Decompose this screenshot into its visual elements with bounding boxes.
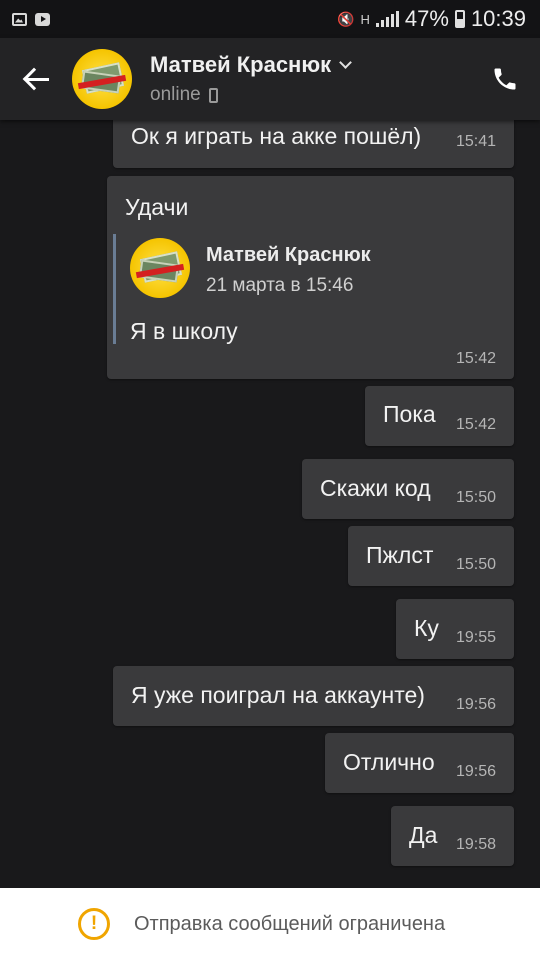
contact-name-row[interactable]: Матвей Краснюк	[150, 52, 470, 78]
message-text: Да	[409, 822, 438, 848]
mute-icon: 🔇	[337, 10, 355, 27]
call-button[interactable]	[470, 38, 540, 120]
contact-info[interactable]: Матвей Краснюк online	[150, 52, 470, 106]
messaging-restricted-banner: ! Отправка сообщений ограничена	[0, 888, 540, 960]
chevron-down-icon	[339, 56, 353, 69]
message-time: 15:50	[455, 489, 496, 506]
contact-avatar[interactable]	[72, 49, 132, 109]
message-text: Я уже поиграл на аккаунте)	[131, 682, 425, 708]
battery-percent: 47%	[404, 6, 449, 31]
phone-icon	[494, 68, 516, 90]
message-text: Пжлст	[366, 542, 434, 568]
reply-text: Я в школу	[130, 318, 238, 344]
message-text: Пока	[383, 401, 436, 427]
notification-icons	[12, 12, 50, 26]
youtube-notification-icon	[35, 12, 50, 26]
message-bubble[interactable]: Ок я играть на акке пошёл) 15:41	[113, 120, 514, 168]
network-type: H	[360, 11, 370, 27]
message-bubble[interactable]: Отлично 19:56	[325, 733, 514, 793]
message-list[interactable]: Ок я играть на акке пошёл) 15:41 Удачи М…	[0, 120, 540, 888]
clock: 10:39	[470, 6, 526, 31]
quoted-reply[interactable]: Матвей Краснюк 21 марта в 15:46 Я в школ…	[113, 234, 493, 344]
signal-icon	[375, 11, 399, 27]
message-text: Скажи код	[320, 475, 431, 501]
contact-status-row: online	[150, 84, 470, 106]
contact-status: online	[150, 84, 201, 105]
reply-date: 21 марта в 15:46	[206, 275, 354, 296]
message-bubble[interactable]: Скажи код 15:50	[302, 459, 514, 519]
message-time: 19:58	[455, 836, 496, 853]
message-text: Удачи	[125, 194, 189, 220]
message-time: 15:42	[455, 416, 496, 433]
battery-icon	[454, 10, 465, 28]
message-text: Отлично	[343, 749, 435, 775]
message-text: Ок я играть на акке пошёл)	[131, 123, 422, 149]
message-bubble[interactable]: Да 19:58	[391, 806, 514, 866]
message-time: 19:56	[455, 763, 496, 780]
message-time: 19:56	[455, 696, 496, 713]
chat-header: Матвей Краснюк online	[0, 38, 540, 120]
message-time: 19:55	[455, 629, 496, 646]
gallery-notification-icon	[12, 12, 27, 26]
contact-name: Матвей Краснюк	[150, 52, 332, 77]
mobile-device-icon	[208, 87, 218, 103]
status-bar: 🔇 H 47% 10:39	[0, 0, 540, 38]
message-bubble[interactable]: Я уже поиграл на аккаунте) 19:56	[113, 666, 514, 726]
message-bubble-with-reply[interactable]: Удачи Матвей Краснюк 21 марта в 15:46 Я …	[107, 176, 514, 379]
back-button[interactable]	[0, 38, 72, 120]
restriction-notice: Отправка сообщений ограничена	[134, 912, 446, 935]
message-bubble[interactable]: Пжлст 15:50	[348, 526, 514, 586]
message-text: Ку	[414, 615, 439, 641]
message-time: 15:50	[455, 556, 496, 573]
message-bubble[interactable]: Пока 15:42	[365, 386, 514, 446]
back-arrow-icon	[23, 68, 49, 90]
system-indicators: 🔇 H 47% 10:39	[337, 6, 526, 32]
warning-icon: !	[78, 908, 110, 940]
message-bubble[interactable]: Ку 19:55	[396, 599, 514, 659]
message-time: 15:42	[455, 350, 496, 367]
reply-author: Матвей Краснюк	[206, 244, 371, 266]
reply-avatar	[130, 238, 190, 298]
message-time: 15:41	[455, 133, 496, 150]
